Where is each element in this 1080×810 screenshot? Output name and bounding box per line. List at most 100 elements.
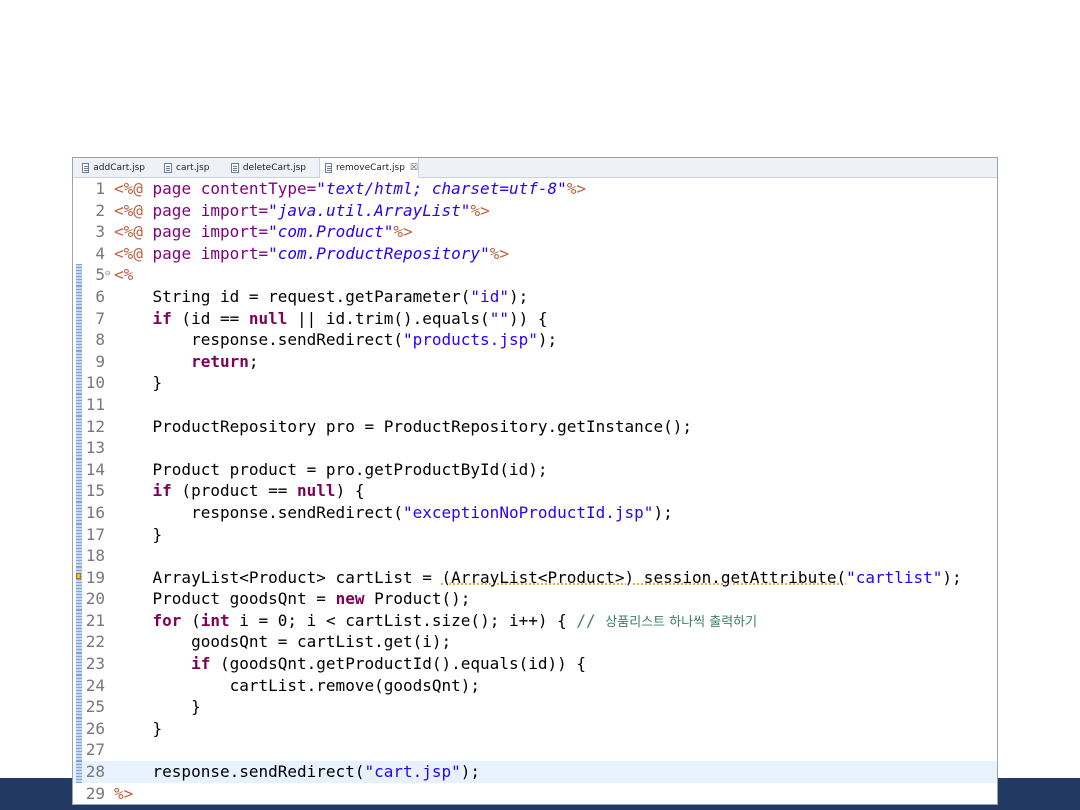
code-line[interactable]: 9 return; <box>73 350 997 373</box>
code-token: ); <box>537 330 558 350</box>
code-line[interactable]: 6 String id = request.getParameter("id")… <box>73 285 997 308</box>
code-line[interactable]: 29 %> <box>73 783 997 804</box>
code-line[interactable]: 12 ProductRepository pro = ProductReposi… <box>73 415 997 438</box>
line-number: 26 <box>85 718 105 738</box>
code-line[interactable]: 13 <box>73 437 997 459</box>
code-text: ArrayList<Product> cartList = (ArrayList… <box>114 567 962 589</box>
code-text: Product goodsQnt = new Product(); <box>114 588 471 610</box>
code-token: import= <box>200 200 269 220</box>
tab-label: removeCart.jsp <box>335 163 405 173</box>
code-token: "id" <box>470 286 509 306</box>
code-line[interactable]: 5 ⊖ <% <box>73 264 997 286</box>
jsp-file-icon <box>231 162 239 173</box>
fold-toggle-icon[interactable]: ⊖ <box>105 264 110 286</box>
code-token: ( <box>181 610 201 630</box>
code-area[interactable]: 1 <%@ page contentType="text/html; charse… <box>73 178 997 804</box>
code-line[interactable]: 10 } <box>73 372 997 394</box>
code-editor-window[interactable]: addCart.jsp cart.jsp deleteCart.jsp remo… <box>72 157 998 805</box>
code-token: "com.Product" <box>268 222 394 242</box>
code-text: } <box>114 718 163 740</box>
warning-marker-icon[interactable] <box>76 572 81 579</box>
code-text: response.sendRedirect("cart.jsp"); <box>114 761 481 783</box>
line-number: 22 <box>85 632 105 652</box>
code-line[interactable]: 23 if (goodsQnt.getProductId().equals(id… <box>73 653 997 675</box>
code-token: "com.ProductRepository" <box>268 243 490 263</box>
code-line[interactable]: 28 response.sendRedirect("cart.jsp"); <box>73 761 997 783</box>
code-token: int <box>200 610 230 630</box>
code-line[interactable]: 21 for (int i = 0; i < cartList.size(); … <box>73 609 997 632</box>
line-number: 15 <box>85 481 105 501</box>
code-token: <%@ <box>114 222 143 242</box>
code-token: "products.jsp" <box>402 330 538 350</box>
line-number: 1 <box>95 179 105 198</box>
code-text: ProductRepository pro = ProductRepositor… <box>114 416 692 438</box>
code-token: for <box>152 610 182 630</box>
code-token: null <box>248 308 288 328</box>
code-token: (ArrayList<Product>) session.getAttribut… <box>441 567 847 587</box>
code-line[interactable]: 26 } <box>73 717 997 740</box>
line-number: 28 <box>85 762 105 782</box>
code-token: Product product = pro.getProductById(id)… <box>114 459 548 479</box>
code-token: "" <box>489 308 509 328</box>
tab-cart-jsp[interactable]: cart.jsp <box>159 158 211 177</box>
code-line[interactable]: 22 goodsQnt = cartList.get(i); <box>73 631 997 654</box>
code-line[interactable]: 27 <box>73 739 997 762</box>
code-token: Product(); <box>364 589 471 609</box>
code-text: <% <box>114 264 133 286</box>
line-number: 12 <box>85 416 105 436</box>
code-line[interactable]: 16 response.sendRedirect("exceptionNoPro… <box>73 501 997 524</box>
code-line[interactable]: 24 cartList.remove(goodsQnt); <box>73 674 997 697</box>
code-token: import= <box>200 222 269 242</box>
code-line[interactable]: 4 <%@ page import="com.ProductRepository"… <box>73 243 997 265</box>
line-number: 21 <box>85 610 105 630</box>
code-line[interactable]: 2 <%@ page import="java.util.ArrayList"%> <box>73 200 997 222</box>
code-line[interactable]: 14 Product product = pro.getProductById(… <box>73 458 997 481</box>
code-line[interactable]: 7 if (id == null || id.trim().equals("")… <box>73 307 997 330</box>
close-tab-icon[interactable]: ☒ <box>410 163 418 173</box>
code-line[interactable]: 20 Product goodsQnt = new Product(); <box>73 588 997 610</box>
code-text: <%@ page import="com.Product"%> <box>114 221 413 243</box>
tab-removecart-jsp[interactable]: removeCart.jsp ☒ <box>319 158 419 178</box>
code-token: String id = request.getParameter( <box>114 286 471 306</box>
code-text: if (goodsQnt.getProductId().equals(id)) … <box>114 653 586 675</box>
code-line[interactable]: 1 <%@ page contentType="text/html; charse… <box>73 178 997 200</box>
line-number: 8 <box>95 330 105 350</box>
code-line[interactable]: 3 <%@ page import="com.Product"%> <box>73 221 997 243</box>
code-token: if <box>152 481 172 501</box>
code-line[interactable]: 17 } <box>73 523 997 546</box>
line-number: 13 <box>85 438 105 458</box>
code-token: ); <box>653 502 673 522</box>
code-token: null <box>297 481 336 501</box>
jsp-file-icon <box>164 162 172 173</box>
code-token: <% <box>114 265 134 285</box>
code-line[interactable]: 8 response.sendRedirect("products.jsp"); <box>73 329 997 351</box>
jsp-file-icon <box>325 163 332 173</box>
tab-label: cart.jsp <box>176 162 210 173</box>
code-text: } <box>114 524 163 546</box>
code-token: <%@ <box>114 243 143 263</box>
code-token: (id == <box>171 308 249 328</box>
code-token: %> <box>114 783 134 803</box>
code-line[interactable]: 15 if (product == null) { <box>73 480 997 502</box>
line-number: 9 <box>95 351 105 371</box>
code-token: 상품리스트 하나씩 출력하기 <box>605 614 758 630</box>
code-line[interactable]: 18 <box>73 545 997 567</box>
code-token: "java.util.ArrayList" <box>268 200 471 220</box>
jsp-file-icon <box>82 162 90 173</box>
code-token: response.sendRedirect( <box>114 762 365 782</box>
code-token: contentType= <box>200 179 317 198</box>
code-line[interactable]: 19 ArrayList<Product> cartList = (ArrayL… <box>73 566 997 589</box>
code-text: response.sendRedirect("exceptionNoProduc… <box>114 502 673 524</box>
tab-deletecart-jsp[interactable]: deleteCart.jsp <box>226 158 306 177</box>
tab-addcart-jsp[interactable]: addCart.jsp <box>77 158 145 177</box>
code-line[interactable]: 25 } <box>73 696 997 718</box>
code-line[interactable]: 11 <box>73 393 997 416</box>
code-token: (product == <box>171 481 298 501</box>
code-text: String id = request.getParameter("id"); <box>114 286 529 308</box>
code-text: %> <box>114 783 134 804</box>
line-number: 24 <box>85 675 105 695</box>
line-number: 6 <box>95 286 105 306</box>
code-token: ; <box>248 351 259 371</box>
